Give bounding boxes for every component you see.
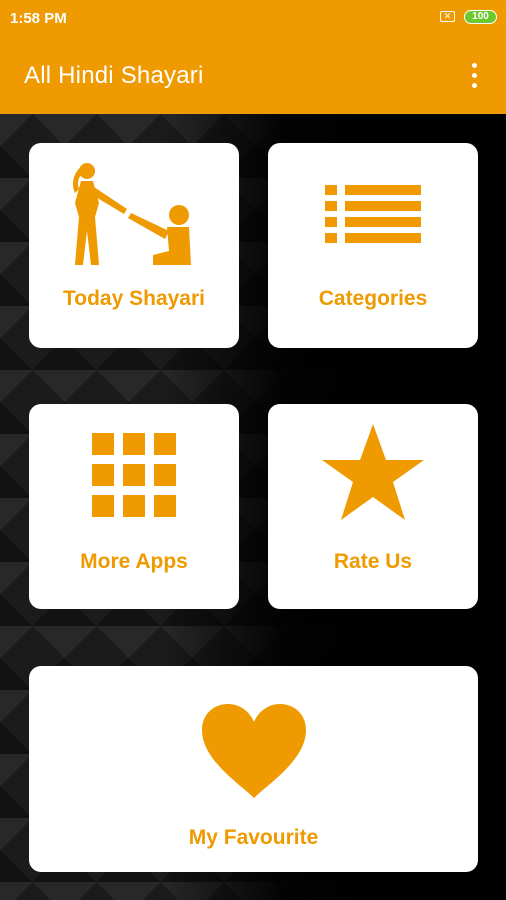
my-favourite-button[interactable]: My Favourite — [29, 666, 478, 872]
today-shayari-button[interactable]: Today Shayari — [29, 143, 239, 348]
sim-icon: ✕ — [440, 11, 455, 22]
app-title: All Hindi Shayari — [24, 62, 204, 89]
more-apps-button[interactable]: More Apps — [29, 404, 239, 609]
tile-label: My Favourite — [188, 826, 319, 849]
tile-label: Rate Us — [333, 550, 413, 573]
battery-icon: 100 — [464, 10, 497, 24]
heart-icon — [202, 704, 306, 798]
more-vert-icon[interactable] — [462, 60, 488, 92]
status-time: 1:58 PM — [10, 10, 67, 27]
tile-label: More Apps — [80, 550, 188, 573]
star-icon — [322, 424, 424, 520]
status-bar: 1:58 PM ✕ 100 — [0, 0, 506, 36]
grid-icon — [92, 433, 176, 517]
categories-button[interactable]: Categories — [268, 143, 478, 348]
couple-proposal-icon — [73, 163, 191, 265]
rate-us-button[interactable]: Rate Us — [268, 404, 478, 609]
list-icon — [325, 185, 421, 243]
tile-label: Today Shayari — [63, 287, 205, 310]
tile-label: Categories — [318, 287, 428, 310]
app-header: 1:58 PM ✕ 100 All Hindi Shayari — [0, 0, 506, 114]
